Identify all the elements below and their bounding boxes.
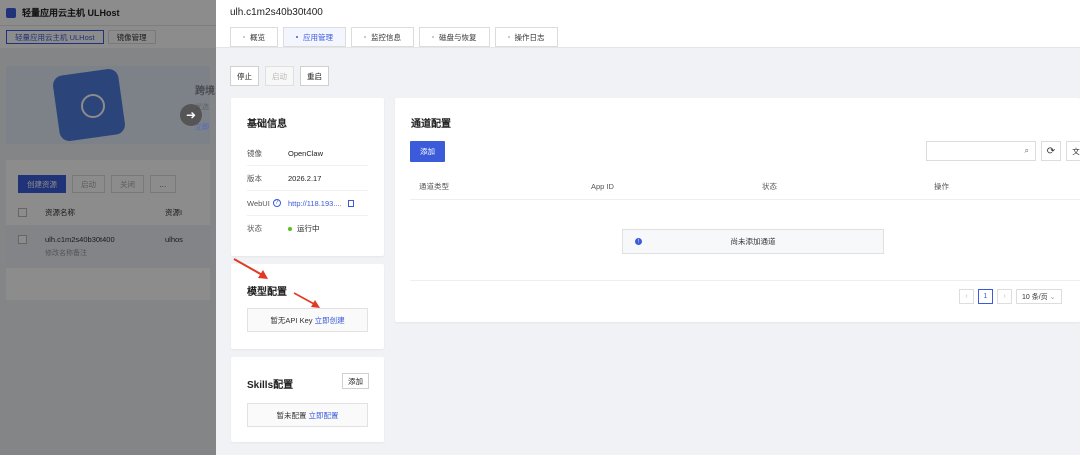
skills-config-card: Skills配置 添加 暂未配置 立即配置 — [231, 357, 384, 442]
basic-info-card: 基础信息 镜像 OpenClaw 版本 2026.2.17 WebUI? htt… — [231, 98, 384, 256]
col-status: 状态 — [762, 182, 777, 191]
channel-empty-box: ! 尚未添加通道 — [622, 229, 884, 254]
channel-empty-text: 尚未添加通道 — [730, 237, 776, 246]
annotation-arrow-2 — [293, 292, 320, 308]
skills-empty-box: 暂未配置 立即配置 — [247, 403, 368, 427]
copy-icon[interactable] — [347, 199, 354, 207]
info-row-image: 镜像 OpenClaw — [247, 141, 368, 166]
webui-link[interactable]: http://118.193.... — [288, 199, 342, 208]
pagination: ‹ 1 › 10 条/页 ⌄ — [959, 289, 1062, 304]
col-channel-type: 通道类型 — [419, 182, 449, 191]
model-config-title: 模型配置 — [247, 287, 287, 298]
stop-button[interactable]: 停止 — [230, 66, 259, 86]
status-badge: 运行中 — [297, 224, 320, 233]
configure-skills-link[interactable]: 立即配置 — [309, 410, 339, 421]
status-dot-icon — [288, 227, 292, 232]
channel-add-button[interactable]: 添加 — [410, 141, 445, 162]
info-row-webui: WebUI? http://118.193.... — [247, 191, 368, 216]
drawer-header: ulh.c1m2s40b30t400 概览 应用管理 监控信息 磁盘与恢复 操作… — [216, 0, 1080, 48]
info-row-version: 版本 2026.2.17 — [247, 166, 368, 191]
tab-disk-recovery[interactable]: 磁盘与恢复 — [419, 27, 490, 47]
page-number[interactable]: 1 — [978, 289, 993, 304]
channel-config-card: 通道配置 添加 ⌕ ⟳ 文 通道类型 App ID 状态 操作 ! 尚未添加通道… — [395, 98, 1080, 322]
channel-config-title: 通道配置 — [411, 119, 451, 130]
annotation-arrow-1 — [233, 258, 268, 279]
info-row-status: 状态 运行中 — [247, 224, 320, 233]
create-api-key-link[interactable]: 立即创建 — [315, 315, 345, 326]
tab-monitoring[interactable]: 监控信息 — [351, 27, 414, 47]
bg-banner-link[interactable]: 立即 — [195, 122, 209, 132]
detail-drawer: ulh.c1m2s40b30t400 概览 应用管理 监控信息 磁盘与恢复 操作… — [216, 0, 1080, 455]
basic-info-title: 基础信息 — [247, 119, 287, 130]
channel-search-input[interactable]: ⌕ — [926, 141, 1036, 161]
bg-banner-subtitle: 优选 — [195, 104, 209, 111]
drawer-tabs: 概览 应用管理 监控信息 磁盘与恢复 操作日志 — [230, 27, 558, 47]
next-page-icon[interactable]: › — [997, 289, 1012, 304]
col-app-id: App ID — [591, 182, 614, 191]
skills-config-title: Skills配置 — [247, 380, 294, 391]
help-icon[interactable]: ? — [272, 199, 281, 207]
skills-add-button[interactable]: 添加 — [342, 373, 369, 389]
tab-operation-log[interactable]: 操作日志 — [494, 27, 558, 47]
modal-overlay[interactable] — [0, 0, 216, 455]
start-button[interactable]: 启动 — [265, 66, 294, 86]
operation-buttons: 停止 启动 重启 — [230, 66, 329, 86]
channel-table-header: 通道类型 App ID 状态 操作 — [410, 174, 1080, 200]
search-icon: ⌕ — [1024, 146, 1029, 155]
bg-banner-title: 跨境 — [195, 86, 215, 97]
page-size-select[interactable]: 10 条/页 ⌄ — [1016, 289, 1062, 304]
chevron-down-icon: ⌄ — [1049, 293, 1056, 301]
col-actions: 操作 — [934, 182, 949, 191]
tab-overview[interactable]: 概览 — [230, 27, 278, 47]
drawer-title: ulh.c1m2s40b30t400 — [230, 7, 323, 18]
text-button[interactable]: 文 — [1066, 141, 1080, 161]
restart-button[interactable]: 重启 — [300, 66, 329, 86]
prev-page-icon[interactable]: ‹ — [959, 289, 974, 304]
info-icon: ! — [635, 238, 642, 245]
tab-app-management[interactable]: 应用管理 — [283, 27, 346, 47]
refresh-icon[interactable]: ⟳ — [1041, 141, 1061, 161]
